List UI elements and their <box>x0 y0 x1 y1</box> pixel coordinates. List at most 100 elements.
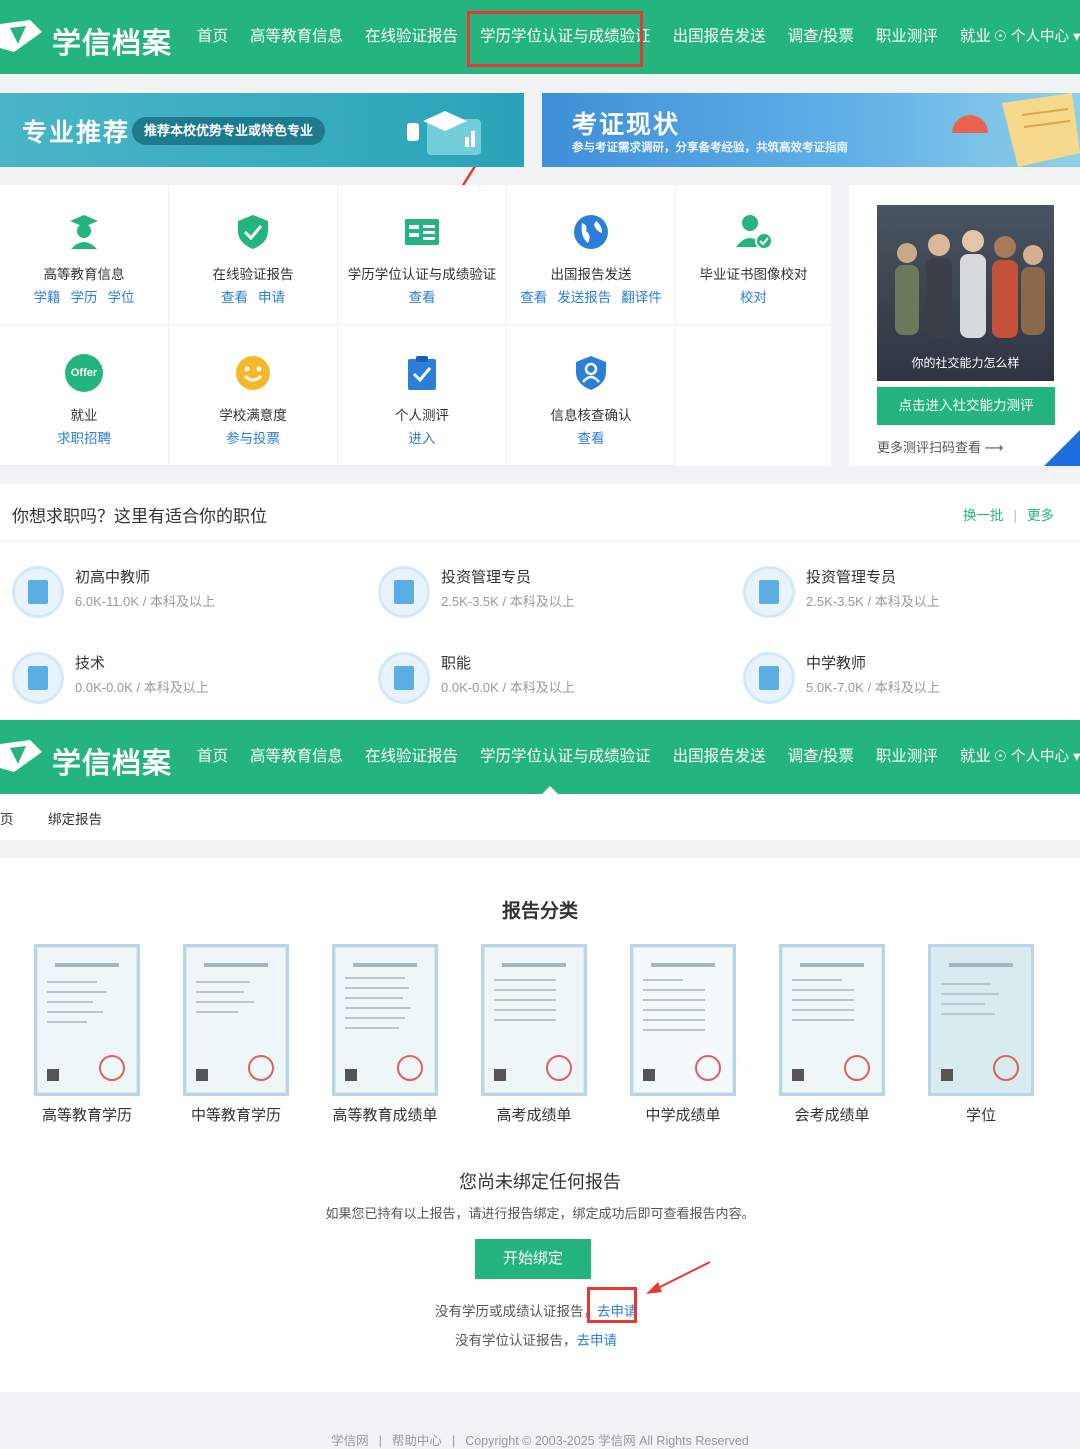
service-link[interactable]: 查看 <box>409 290 436 305</box>
footer-sep: | <box>451 1434 456 1448</box>
service-overseas-report[interactable]: 出国报告发送 查看 发送报告 翻译件 <box>507 185 676 325</box>
job-salary: 2.5K-3.5K <box>806 594 864 609</box>
jobs-head-links: 换一批 | 更多 <box>963 504 1054 524</box>
job-title: 职能 <box>441 655 472 672</box>
job-item[interactable]: 职能 0.0K-0.0K / 本科及以上 <box>378 652 718 712</box>
apply-link[interactable]: 去申请 <box>577 1333 618 1348</box>
report-category[interactable]: 会考成绩单 <box>757 944 907 1125</box>
service-school-satisfaction[interactable]: 学校满意度 参与投票 <box>169 326 338 466</box>
banner-certificate-survey[interactable]: 考证现状 参与考证需求调研，分享备考经验，共筑高效考证指南 <box>542 93 1080 167</box>
logo-mark-icon <box>0 20 42 52</box>
job-item[interactable]: 投资管理专员 2.5K-3.5K / 本科及以上 <box>378 566 718 626</box>
start-binding-button[interactable]: 开始绑定 <box>475 1239 591 1279</box>
meta-sep: / <box>867 680 872 695</box>
meta-sep: / <box>867 594 872 609</box>
report-category[interactable]: 中等教育学历 <box>161 944 311 1125</box>
service-info-check[interactable]: 信息核查确认 查看 <box>507 326 676 466</box>
user-center-label: 个人中心 <box>1011 749 1070 765</box>
service-employment[interactable]: Offer 就业 求职招聘 <box>0 326 169 466</box>
service-link[interactable]: 查看 <box>520 290 547 305</box>
service-certification[interactable]: 学历学位认证与成绩验证 查看 <box>338 185 507 325</box>
service-name: 个人测评 <box>395 408 449 423</box>
promo-caption: 你的社交能力怎么样 <box>911 356 1020 370</box>
nav-item-online-verification[interactable]: 在线验证报告 <box>354 720 469 794</box>
nav-item-higher-education[interactable]: 高等教育信息 <box>239 0 354 74</box>
nav-item-career-test[interactable]: 职业测评 <box>865 720 949 794</box>
service-link[interactable]: 查看 <box>578 431 605 446</box>
footer-link[interactable]: 学信网 <box>331 1434 369 1448</box>
service-name: 在线验证报告 <box>212 267 294 282</box>
report-category-label: 高考成绩单 <box>496 1107 572 1124</box>
job-item[interactable]: 投资管理专员 2.5K-3.5K / 本科及以上 <box>743 566 1080 626</box>
user-center-label: 个人中心 <box>1011 29 1070 45</box>
logo[interactable]: 学信档案 <box>0 0 171 74</box>
job-item[interactable]: 中学教师 5.0K-7.0K / 本科及以上 <box>743 652 1080 712</box>
nav-item-online-verification[interactable]: 在线验证报告 <box>354 0 469 74</box>
service-link[interactable]: 查看 <box>221 290 248 305</box>
service-certificate-check[interactable]: 毕业证书图像校对 校对 <box>676 185 831 325</box>
service-link[interactable]: 进入 <box>409 431 436 446</box>
report-category-label: 学位 <box>965 1107 996 1124</box>
nav-item-home[interactable]: 首页 <box>186 720 239 794</box>
nav-item-career-test[interactable]: 职业测评 <box>865 0 949 74</box>
nav-item-survey[interactable]: 调查/投票 <box>777 720 865 794</box>
promo-photo[interactable]: 你的社交能力怎么样 <box>877 205 1054 381</box>
service-link[interactable]: 学历 <box>71 290 98 305</box>
service-higher-education[interactable]: 高等教育信息 学籍 学历 学位 <box>0 185 169 325</box>
job-item[interactable]: 初高中教师 6.0K-11.0K / 本科及以上 <box>12 566 352 626</box>
service-link[interactable]: 校对 <box>740 290 767 305</box>
job-meta: 6.0K-11.0K / 本科及以上 <box>75 591 215 610</box>
empty-state-title: 您尚未绑定任何报告 <box>459 1172 621 1192</box>
nav-item-certification[interactable]: 学历学位认证与成绩验证 <box>469 720 662 794</box>
id-card-icon <box>405 219 439 245</box>
service-link[interactable]: 学位 <box>108 290 135 305</box>
qr-corner-icon[interactable] <box>1044 430 1080 466</box>
promo-cta-button[interactable]: 点击进入社交能力测评 <box>877 387 1055 425</box>
promo-more-link[interactable]: 更多测评扫码查看 ⟶ <box>877 437 1003 456</box>
report-category[interactable]: 高等教育学历 <box>12 944 162 1125</box>
certificate-image <box>630 944 736 1096</box>
job-item[interactable]: 技术 0.0K-0.0K / 本科及以上 <box>12 652 352 712</box>
service-link[interactable]: 发送报告 <box>557 290 611 305</box>
service-personal-test[interactable]: 个人测评 进入 <box>338 326 507 466</box>
chevron-down-icon: ▾ <box>1073 29 1080 45</box>
apply-text: 没有学位认证报告， <box>455 1333 577 1348</box>
job-title: 初高中教师 <box>75 569 151 586</box>
nav-item-higher-education[interactable]: 高等教育信息 <box>239 720 354 794</box>
report-category[interactable]: 高考成绩单 <box>459 944 609 1125</box>
nav-item-overseas-report[interactable]: 出国报告发送 <box>662 720 777 794</box>
certificate-image <box>183 944 289 1096</box>
user-center[interactable]: ☉ 个人中心 ▾ <box>994 720 1080 794</box>
user-center[interactable]: ☉ 个人中心 ▾ <box>994 0 1080 74</box>
promo-more-label: 更多测评扫码查看 <box>877 440 982 455</box>
footer-link[interactable]: 帮助中心 <box>392 1434 442 1448</box>
more-link[interactable]: 更多 <box>1027 508 1054 523</box>
report-title: 报告分类 <box>501 901 578 922</box>
report-category[interactable]: 高等教育成绩单 <box>310 944 460 1125</box>
nav-item-home[interactable]: 首页 <box>186 0 239 74</box>
footer-sep: | <box>378 1434 382 1448</box>
refresh-link[interactable]: 换一批 <box>963 508 1004 523</box>
logo[interactable]: 学信档案 <box>0 720 171 794</box>
chevron-down-icon: ▾ <box>1073 749 1080 765</box>
nav-item-overseas-report[interactable]: 出国报告发送 <box>662 0 777 74</box>
service-link[interactable]: 申请 <box>258 290 285 305</box>
certificate-image <box>928 944 1034 1096</box>
job-title: 投资管理专员 <box>441 569 532 586</box>
job-salary: 2.5K-3.5K <box>441 594 499 609</box>
breadcrumb-home[interactable]: 页 <box>0 808 14 828</box>
job-edu: 本科及以上 <box>509 680 575 695</box>
service-link[interactable]: 翻译件 <box>621 290 662 305</box>
service-link[interactable]: 学籍 <box>34 290 61 305</box>
empty-state-description: 如果您已持有以上报告，请进行报告绑定，绑定成功后即可查看报告内容。 <box>325 1206 755 1221</box>
footer: 学信网 | 帮助中心 | Copyright © 2003-2025 学信网 All R… <box>0 1410 1080 1448</box>
banner-major-recommend[interactable]: 专业推荐 推荐本校优势专业或特色专业 <box>0 93 524 167</box>
service-link[interactable]: 参与投票 <box>226 431 280 446</box>
service-links: 查看 申请 <box>169 286 337 306</box>
report-category[interactable]: 学位 <box>906 944 1056 1125</box>
service-link[interactable]: 求职招聘 <box>57 431 111 446</box>
report-category[interactable]: 中学成绩单 <box>608 944 758 1125</box>
nav-item-survey[interactable]: 调查/投票 <box>777 0 865 74</box>
user-icon: ☉ <box>994 749 1007 765</box>
service-online-verification[interactable]: 在线验证报告 查看 申请 <box>169 185 338 325</box>
